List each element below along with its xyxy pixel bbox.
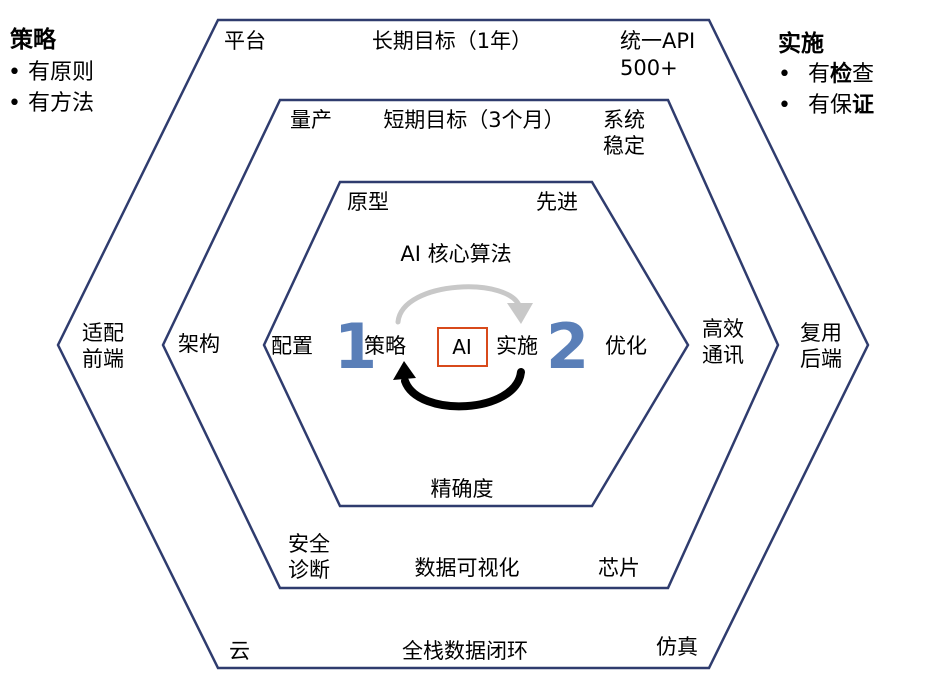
outer-right-line-1: 复用 <box>800 321 842 345</box>
bullet: • <box>778 93 791 118</box>
outer-top-left-label: 平台 <box>224 29 266 53</box>
inner-bottom-center-label: 精确度 <box>431 477 494 501</box>
outer-left-label: 适配 前端 <box>82 321 131 371</box>
right-panel-title: 实施 <box>778 30 824 57</box>
inner-top-center-label: AI 核心算法 <box>400 242 511 266</box>
middle-bottom-left-line-1: 安全 <box>288 532 330 556</box>
inner-top-right-label: 先进 <box>536 190 578 214</box>
cycle-arrow-bottom <box>401 368 525 411</box>
right-item-1-post: 查 <box>852 62 874 87</box>
outer-top-right-label: 统一API 500+ <box>620 29 702 80</box>
center-number-right: 2 <box>546 310 589 383</box>
outer-bottom-left-label: 云 <box>229 639 250 663</box>
inner-top-left-label: 原型 <box>347 190 389 214</box>
middle-bottom-left-label: 安全 诊断 <box>288 532 337 582</box>
left-panel-item-2: • 有方法 <box>8 91 94 116</box>
outer-top-center-label: 长期目标（1年） <box>372 29 532 53</box>
cycle-arrow-top-head <box>507 303 533 324</box>
right-panel-item-1: • 有检查 <box>778 61 874 87</box>
middle-top-right-line-1: 系统 <box>603 108 645 132</box>
bullet: • <box>778 62 791 87</box>
outer-bottom-center-label: 全栈数据闭环 <box>402 639 528 663</box>
outer-bottom-right-label: 仿真 <box>656 635 698 659</box>
ai-box-label: AI <box>452 335 472 359</box>
middle-top-right-line-2: 稳定 <box>603 134 645 158</box>
middle-top-center-label: 短期目标（3个月） <box>383 108 564 132</box>
right-item-1-bold: 检 <box>830 61 852 87</box>
left-panel-title: 策略 <box>10 26 57 53</box>
right-item-2-bold: 证 <box>852 93 874 118</box>
middle-bottom-center-label: 数据可视化 <box>415 556 520 580</box>
right-item-1-pre: 有 <box>808 62 830 87</box>
center-label-right: 实施 <box>496 334 538 358</box>
middle-left-label: 架构 <box>178 332 220 356</box>
cycle-arrow-bottom-head <box>393 361 416 380</box>
middle-top-right-label: 系统 稳定 <box>603 108 652 158</box>
middle-right-label: 高效 通讯 <box>702 317 751 367</box>
inner-left-label: 配置 <box>271 334 313 358</box>
outer-left-line-1: 适配 <box>82 321 124 345</box>
outer-right-line-2: 后端 <box>800 347 842 371</box>
hexagon-diagram: 策略 • 有原则 • 有方法 实施 • 有检查 • 有保证 平台 长期目标（1年… <box>8 18 874 670</box>
cycle-arrow-top <box>395 284 523 325</box>
middle-right-line-2: 通讯 <box>702 343 744 367</box>
outer-top-right-line-1: 统一API <box>620 29 695 53</box>
inner-right-label: 优化 <box>605 334 647 358</box>
center-label-left: 策略 <box>364 334 406 358</box>
outer-top-right-line-2: 500+ <box>620 56 678 80</box>
middle-top-left-label: 量产 <box>290 108 332 132</box>
outer-left-line-2: 前端 <box>82 347 124 371</box>
middle-bottom-right-label: 芯片 <box>598 556 640 580</box>
middle-right-line-1: 高效 <box>702 317 744 341</box>
right-item-2-pre: 有保 <box>808 93 852 118</box>
left-panel-item-1: • 有原则 <box>8 60 94 85</box>
right-panel-item-2: • 有保证 <box>778 93 874 118</box>
outer-right-label: 复用 后端 <box>800 321 849 371</box>
middle-bottom-left-line-2: 诊断 <box>288 558 330 582</box>
